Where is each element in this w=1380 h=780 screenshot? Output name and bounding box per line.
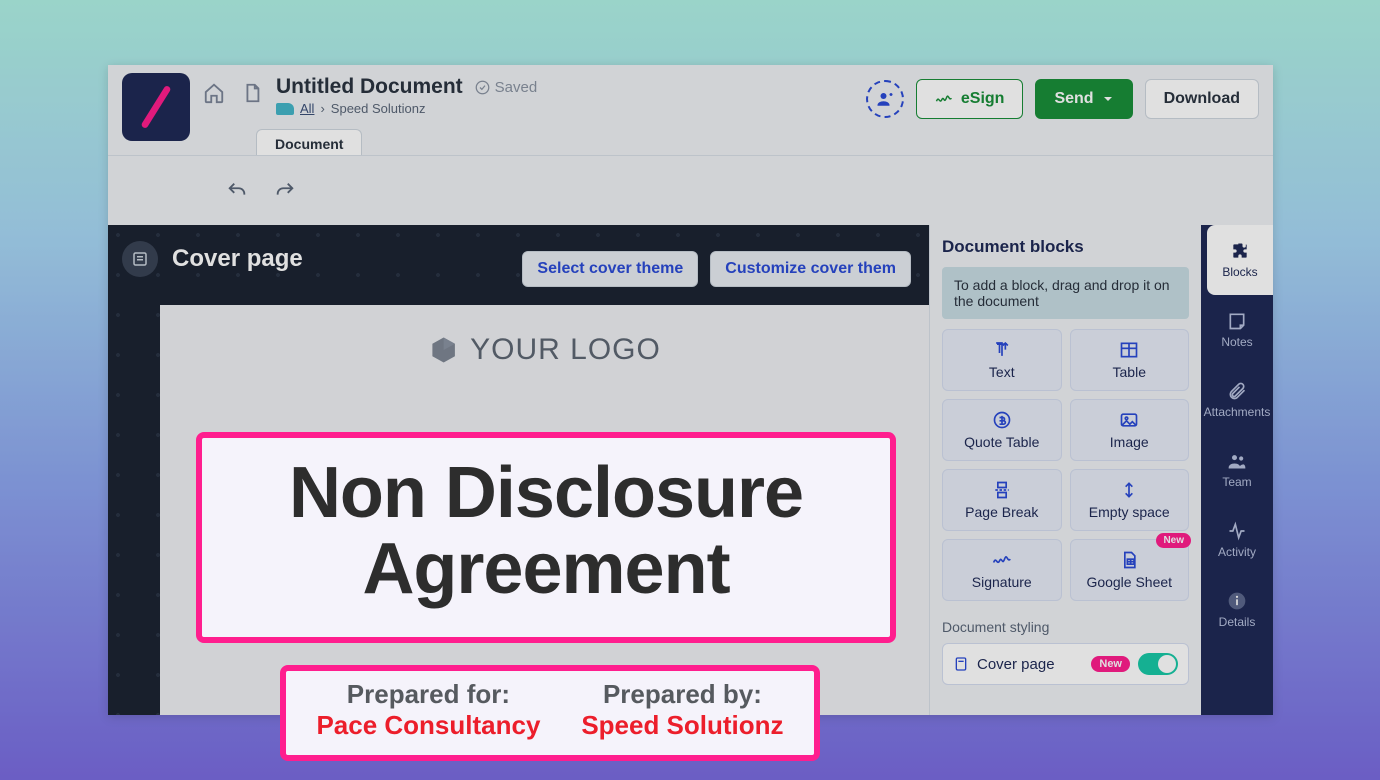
cover-page-label: Cover page: [977, 656, 1083, 673]
rail-notes[interactable]: Notes: [1201, 295, 1273, 365]
tab-row: Document: [256, 129, 362, 158]
saved-status: Saved: [475, 79, 538, 96]
title-wrap: Untitled Document Saved All › Speed Solu…: [276, 75, 537, 116]
cover-page-toggle-row: Cover page New: [942, 643, 1189, 685]
info-icon: [1227, 591, 1247, 611]
customize-cover-theme-button[interactable]: Customize cover them: [710, 251, 911, 287]
block-image[interactable]: Image: [1070, 399, 1190, 461]
cover-page-icon: [953, 656, 969, 672]
add-person-button[interactable]: [866, 80, 904, 118]
cover-buttons: Select cover theme Customize cover them: [522, 251, 911, 287]
activity-icon: [1227, 521, 1247, 541]
cover-section-title: Cover page: [172, 245, 303, 273]
document-icon[interactable]: [238, 79, 266, 107]
prepared-for-label: Prepared for:: [316, 679, 540, 710]
block-empty-space[interactable]: Empty space: [1070, 469, 1190, 531]
header-actions: eSign Send Download: [866, 79, 1259, 119]
blocks-hint: To add a block, drag and drop it on the …: [942, 267, 1189, 319]
chevron-down-icon: [1102, 93, 1114, 105]
app-logo: [122, 73, 190, 141]
logo-placeholder[interactable]: YOUR LOGO: [428, 333, 661, 367]
prepared-by-label: Prepared by:: [581, 679, 783, 710]
block-google-sheet[interactable]: New Google Sheet: [1070, 539, 1190, 601]
home-icon[interactable]: [200, 79, 228, 107]
prepared-for-value[interactable]: Pace Consultancy: [316, 710, 540, 741]
cover-page-toggle[interactable]: [1138, 653, 1178, 675]
blocks-panel: Document blocks To add a block, drag and…: [929, 225, 1201, 715]
breadcrumb-all[interactable]: All: [300, 101, 314, 116]
logo-placeholder-icon: [428, 335, 458, 365]
saved-label: Saved: [495, 79, 538, 96]
new-pill: New: [1091, 656, 1130, 672]
block-quote-table[interactable]: Quote Table: [942, 399, 1062, 461]
send-label: Send: [1054, 90, 1093, 108]
select-cover-theme-button[interactable]: Select cover theme: [522, 251, 698, 287]
note-icon: [1227, 311, 1247, 331]
download-button[interactable]: Download: [1145, 79, 1259, 119]
rail-team[interactable]: Team: [1201, 435, 1273, 505]
puzzle-icon: [1230, 241, 1250, 261]
rail-activity[interactable]: Activity: [1201, 505, 1273, 575]
block-page-break[interactable]: Page Break: [942, 469, 1062, 531]
prepared-by-value[interactable]: Speed Solutionz: [581, 710, 783, 741]
right-rail: Blocks Notes Attachments Team Activity D…: [1201, 225, 1273, 715]
esign-button[interactable]: eSign: [916, 79, 1024, 119]
rail-attachments[interactable]: Attachments: [1201, 365, 1273, 435]
tab-document[interactable]: Document: [256, 129, 362, 158]
styling-label: Document styling: [942, 619, 1189, 635]
document-title[interactable]: Untitled Document: [276, 75, 463, 99]
block-signature[interactable]: Signature: [942, 539, 1062, 601]
cover-header: Cover page: [122, 241, 303, 277]
block-table[interactable]: Table: [1070, 329, 1190, 391]
highlight-prepared: Prepared for: Pace Consultancy Prepared …: [280, 665, 820, 761]
document-styling: Document styling Cover page New: [942, 619, 1189, 685]
rail-blocks[interactable]: Blocks: [1207, 225, 1273, 295]
download-label: Download: [1164, 90, 1240, 108]
blocks-panel-title: Document blocks: [942, 237, 1189, 257]
sub-bar: [108, 155, 1273, 225]
new-badge: New: [1156, 533, 1191, 548]
block-text[interactable]: Text: [942, 329, 1062, 391]
logo-placeholder-text: YOUR LOGO: [470, 333, 661, 367]
rail-details[interactable]: Details: [1201, 575, 1273, 645]
send-button[interactable]: Send: [1035, 79, 1132, 119]
paperclip-icon: [1227, 381, 1247, 401]
team-icon: [1227, 451, 1247, 471]
cover-section-icon: [122, 241, 158, 277]
esign-label: eSign: [961, 90, 1005, 108]
highlight-main-title: Non Disclosure Agreement: [196, 432, 896, 643]
undo-button[interactable]: [226, 180, 248, 202]
blocks-grid: Text Table Quote Table Image Page Break …: [942, 329, 1189, 601]
breadcrumb-client[interactable]: Speed Solutionz: [331, 101, 426, 116]
doc-main-title[interactable]: Non Disclosure Agreement: [216, 456, 876, 607]
breadcrumb: All › Speed Solutionz: [276, 101, 537, 116]
client-icon: [276, 103, 294, 115]
redo-button[interactable]: [274, 180, 296, 202]
